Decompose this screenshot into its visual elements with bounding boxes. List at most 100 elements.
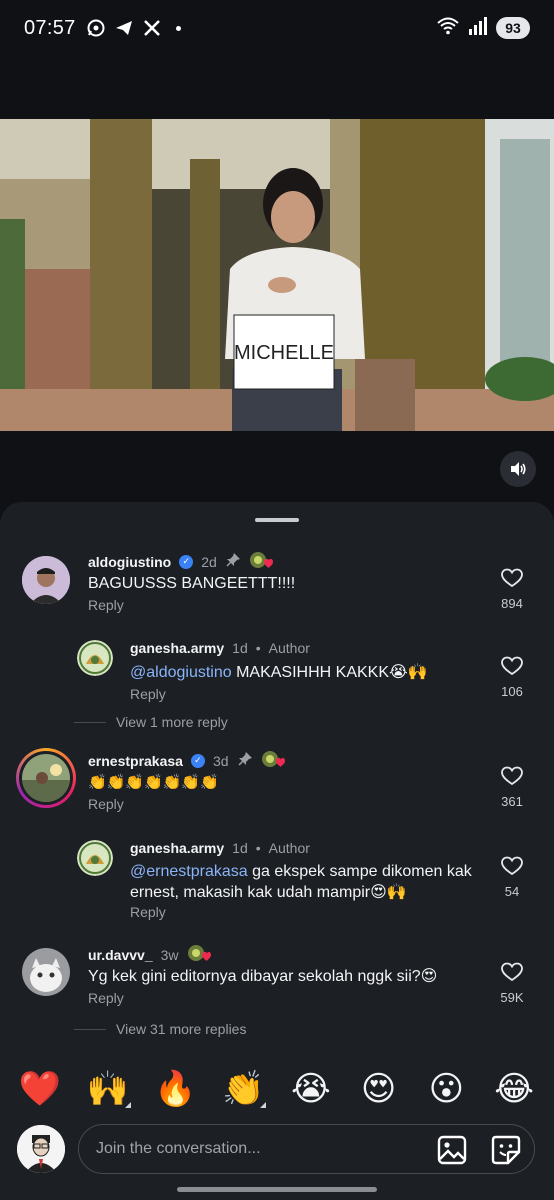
heart-outline-icon (501, 856, 523, 876)
comment-username[interactable]: ernestprakasa (88, 753, 183, 769)
like-count: 59K (500, 990, 524, 1005)
emoji-label: 😮 (428, 1070, 465, 1108)
emoji-label: 😭 (291, 1070, 331, 1108)
like-count: 106 (501, 684, 523, 699)
emoji-crying-button[interactable]: 😭 (286, 1064, 336, 1114)
emoji-heart-eyes-button[interactable]: 😍 (354, 1064, 404, 1114)
view-more-replies[interactable]: View 1 more reply (74, 714, 228, 730)
mention-link[interactable]: @aldogiustino (130, 664, 232, 681)
reply-button[interactable]: Reply (88, 796, 124, 812)
comment-time: 3d (212, 752, 229, 769)
verified-icon: ✓ (179, 554, 194, 569)
heart-outline-icon (501, 962, 523, 982)
like-button[interactable]: 54 (494, 856, 530, 899)
sticker-icon[interactable] (490, 1134, 522, 1171)
emoji-label: ❤️ (18, 1070, 62, 1108)
separator-dot: • (255, 840, 261, 856)
comment-username[interactable]: aldogiustino (88, 554, 171, 570)
comment-time: 1d (232, 840, 248, 856)
heart-outline-icon (501, 766, 523, 786)
emoji-clap-button[interactable]: 👏 (218, 1064, 268, 1114)
like-button[interactable]: 106 (494, 656, 530, 699)
emoji-label: 😍 (360, 1070, 397, 1108)
drag-handle[interactable] (255, 518, 299, 522)
creator-liked-icon (261, 750, 285, 771)
comment-text: @ernestprakasa ga ekspek sampe dikomen k… (130, 861, 472, 903)
battery-indicator: 93 (496, 17, 530, 39)
avatar[interactable] (22, 556, 70, 604)
reply-button[interactable]: Reply (130, 686, 166, 702)
avatar[interactable] (22, 948, 70, 996)
quick-reaction-bar: ❤️ 🙌 🔥 👏 😭 😍 😮 😂 (0, 1061, 554, 1117)
like-count: 361 (501, 794, 523, 809)
pin-icon (237, 751, 253, 770)
comment-text: Yg kek gini editornya dibayar sekolah ng… (88, 968, 438, 985)
emoji-fire-button[interactable]: 🔥 (150, 1064, 200, 1114)
reply-item: ganesha.army 1d • Author @aldogiustino M… (0, 636, 554, 716)
mute-button[interactable] (500, 451, 536, 487)
creator-liked-icon (249, 551, 273, 572)
skin-tone-indicator (124, 1102, 131, 1108)
emoji-laughing-button[interactable]: 😂 (489, 1064, 539, 1114)
notification-dot (175, 25, 181, 31)
verified-icon: ✓ (190, 753, 205, 768)
heart-outline-icon (501, 656, 523, 676)
reply-button[interactable]: Reply (130, 904, 166, 920)
my-avatar[interactable] (17, 1125, 65, 1173)
emoji-label: 👏 (221, 1070, 265, 1108)
emoji-label: 🙌 (86, 1070, 129, 1108)
reply-button[interactable]: Reply (88, 597, 124, 613)
skin-tone-indicator (260, 1102, 267, 1108)
avatar-story-ring[interactable] (16, 748, 76, 808)
like-button[interactable]: 894 (494, 568, 530, 611)
like-count: 894 (501, 596, 523, 611)
status-time: 07:57 (24, 16, 76, 39)
comment-item: ur.davvv_ 3w Yg kek gini editornya dibay… (0, 942, 554, 1022)
comment-item: ernestprakasa ✓ 3d 👏👏👏👏👏👏👏 Reply 361 (0, 748, 554, 828)
comment-text: BAGUUSSS BANGEETTT!!!! (88, 575, 296, 592)
divider-line (74, 721, 106, 723)
image-picker-icon[interactable] (436, 1134, 468, 1171)
view-more-label: View 31 more replies (116, 1021, 247, 1037)
like-button[interactable]: 59K (494, 962, 530, 1005)
wifi-icon (436, 16, 460, 41)
like-button[interactable]: 361 (494, 766, 530, 809)
emoji-label: 🔥 (154, 1070, 197, 1108)
comment-username[interactable]: ganesha.army (130, 840, 224, 856)
emoji-raised-hands-button[interactable]: 🙌 (83, 1064, 133, 1114)
separator-dot: • (255, 640, 261, 656)
video-sign-text: MICHELLE (234, 342, 334, 364)
avatar[interactable] (77, 640, 113, 676)
signal-icon (468, 16, 488, 40)
view-more-replies[interactable]: View 31 more replies (74, 1021, 246, 1037)
mention-link[interactable]: @ernestprakasa (130, 863, 248, 880)
comment-input-bar: Join the conversation... (0, 1117, 554, 1200)
comment-username[interactable]: ur.davvv_ (88, 947, 153, 963)
video-player[interactable]: MICHELLE (0, 119, 554, 431)
author-tag: Author (268, 640, 310, 656)
comment-username[interactable]: ganesha.army (130, 640, 224, 656)
reply-button[interactable]: Reply (88, 990, 124, 1006)
home-indicator[interactable] (177, 1187, 377, 1192)
comment-text: @aldogiustino MAKASIHHH KAKKK😭🙌 (130, 662, 428, 683)
comment-text-line2: ernest, makasih kak udah mampir😍🙌 (130, 884, 407, 901)
video-frame: MICHELLE (0, 119, 554, 431)
author-tag: Author (268, 840, 310, 856)
emoji-surprised-button[interactable]: 😮 (421, 1064, 471, 1114)
emoji-label: 😂 (494, 1070, 534, 1108)
speaker-icon (511, 462, 526, 476)
comment-time: 3w (160, 946, 179, 963)
heart-outline-icon (501, 568, 523, 588)
status-bar: 07:57 93 (0, 0, 554, 56)
pin-icon (225, 552, 241, 571)
comment-input-placeholder: Join the conversation... (96, 1140, 261, 1157)
comment-text: 👏👏👏👏👏👏👏 (88, 774, 219, 791)
creator-liked-icon (187, 944, 211, 965)
comment-time: 2d (201, 553, 217, 570)
emoji-heart-button[interactable]: ❤️ (15, 1064, 65, 1114)
view-more-label: View 1 more reply (116, 714, 228, 730)
comment-input-field[interactable]: Join the conversation... (78, 1124, 535, 1174)
status-app-icons (86, 18, 181, 38)
avatar[interactable] (77, 840, 113, 876)
comment-text-body: MAKASIHHH KAKKK😭🙌 (231, 664, 428, 681)
